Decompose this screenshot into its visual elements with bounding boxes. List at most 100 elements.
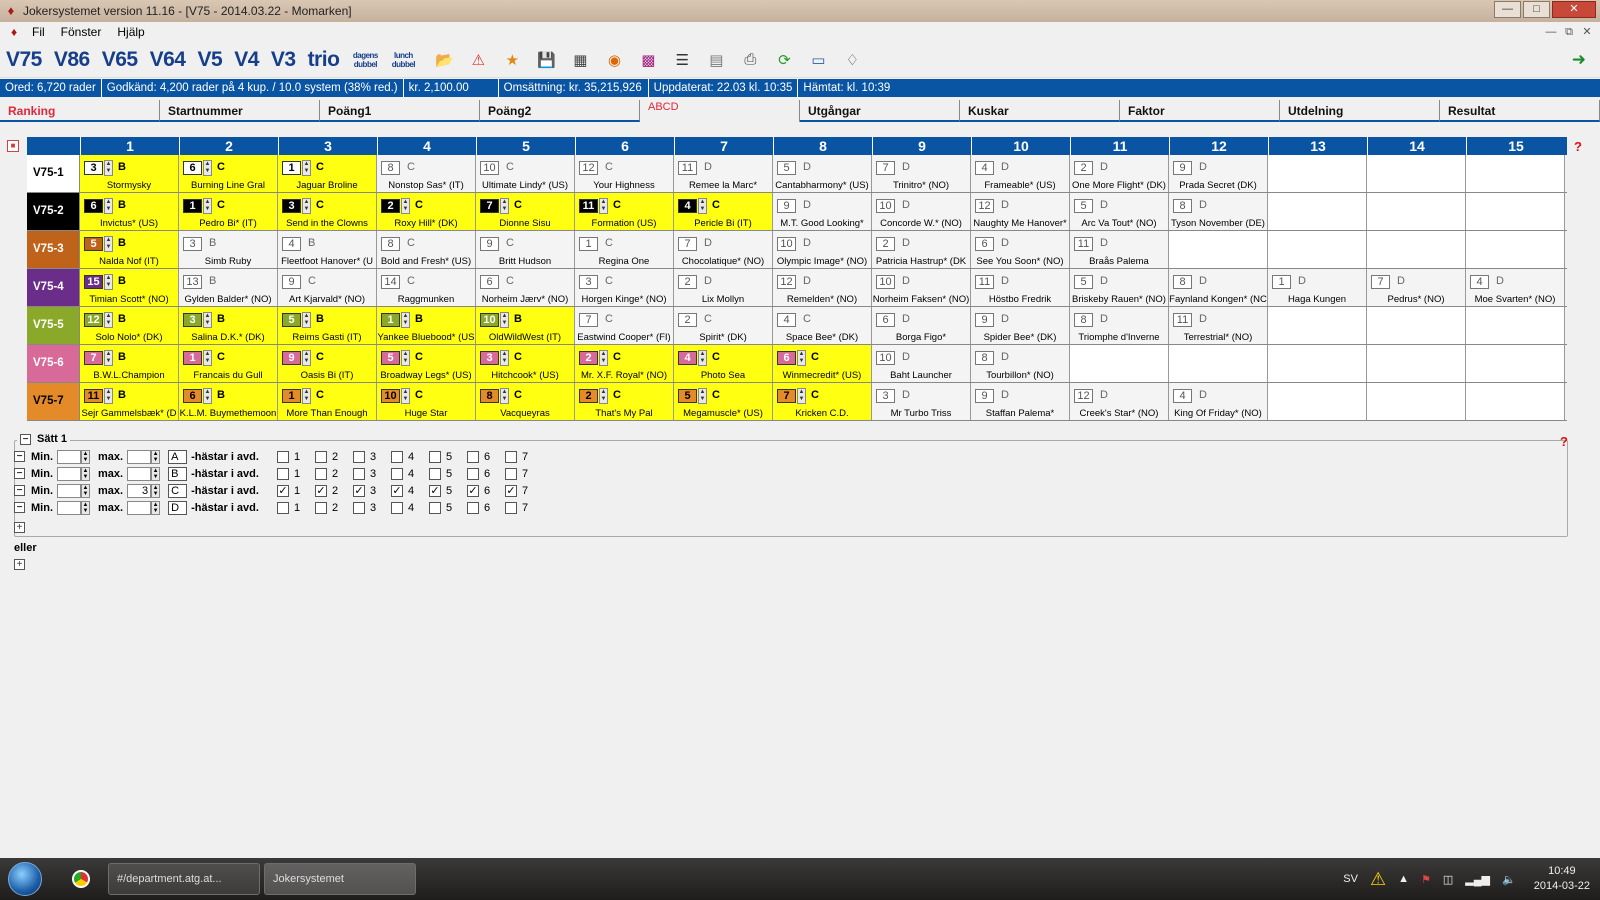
minimize-button[interactable]: — <box>1494 1 1521 18</box>
max-spinner[interactable]: ▲ ▼ <box>151 500 161 515</box>
start-number[interactable]: 2 <box>876 237 895 251</box>
race-label[interactable]: V75-2 <box>27 193 80 230</box>
horse-cell[interactable]: 3 B Simb Ruby <box>179 231 278 268</box>
max-spinner[interactable]: ▲ ▼ <box>151 483 161 498</box>
start-number[interactable]: 4 <box>1173 389 1192 403</box>
add-set-icon[interactable]: + <box>14 559 25 570</box>
horse-cell[interactable]: 11 ▲ ▼ B Sejr Gammelsbæk* (D <box>80 383 179 420</box>
start-number[interactable]: 4 <box>282 237 301 251</box>
horse-cell[interactable]: 8 D Tyson November (DE) <box>1169 193 1268 230</box>
start-number[interactable]: 5 <box>1074 199 1093 213</box>
group-spinner[interactable]: ▲ ▼ <box>500 388 509 404</box>
horse-cell[interactable]: 9 C Britt Hudson <box>476 231 575 268</box>
start-number[interactable]: 1 <box>282 389 301 403</box>
horse-cell[interactable]: 5 ▲ ▼ B Nalda Nof (IT) <box>80 231 179 268</box>
group-spinner[interactable]: ▲ ▼ <box>302 160 311 176</box>
horse-cell[interactable]: 7 D Pedrus* (NO) <box>1367 269 1466 306</box>
horse-cell[interactable]: 8 ▲ ▼ C Vacqueyras <box>476 383 575 420</box>
tab-ranking[interactable]: Ranking <box>0 100 160 122</box>
tab-abcd[interactable]: ABCD <box>640 100 800 122</box>
tag-icon[interactable]: ♢ <box>841 49 863 71</box>
game-v5-button[interactable]: V5 <box>198 48 223 72</box>
horse-cell[interactable]: 5 D Cantabharmony* (US) <box>773 155 872 192</box>
min-spinner[interactable]: ▲ ▼ <box>81 466 90 481</box>
start-number[interactable]: 11 <box>1074 237 1093 251</box>
horse-cell[interactable]: 4 B Fleetfoot Hanover* (U <box>278 231 377 268</box>
race-checkbox[interactable] <box>466 467 479 480</box>
horse-cell[interactable]: 2 C Spirit* (DK) <box>674 307 773 344</box>
horse-cell[interactable]: 6 ▲ ▼ B Invictus* (US) <box>80 193 179 230</box>
start-number[interactable]: 10 <box>777 237 796 251</box>
group-spinner[interactable]: ▲ ▼ <box>401 198 410 214</box>
tab-po-ng1[interactable]: Poäng1 <box>320 100 480 122</box>
race-label[interactable]: V75-3 <box>27 231 80 268</box>
mdi-close-button[interactable]: ✕ <box>1578 24 1596 40</box>
horse-cell[interactable]: 11 D Braås Palema <box>1070 231 1169 268</box>
maximize-button[interactable]: □ <box>1523 1 1550 18</box>
start-number[interactable]: 7 <box>876 161 895 175</box>
group-spinner[interactable]: ▲ ▼ <box>500 350 509 366</box>
horse-cell[interactable]: 6 D Borga Figo* <box>872 307 971 344</box>
max-input[interactable] <box>127 449 152 464</box>
folder-open-icon[interactable]: 📂 <box>433 49 455 71</box>
start-number[interactable]: 6 <box>183 389 202 403</box>
race-label[interactable]: V75-4 <box>27 269 80 306</box>
horse-cell[interactable]: 11 D Terrestrial* (NO) <box>1169 307 1268 344</box>
group-spinner[interactable]: ▲ ▼ <box>302 312 311 328</box>
language-indicator[interactable]: SV <box>1343 873 1358 885</box>
horse-cell[interactable]: 9 D Prada Secret (DK) <box>1169 155 1268 192</box>
race-checkbox[interactable] <box>352 467 365 480</box>
group-spinner[interactable]: ▲ ▼ <box>302 198 311 214</box>
start-number[interactable]: 2 <box>678 313 697 327</box>
dagens-dubbel-button[interactable]: dagens dubbel <box>351 51 379 69</box>
group-spinner[interactable]: ▲ ▼ <box>698 350 707 366</box>
start-number[interactable]: 15 <box>84 275 103 289</box>
horse-cell[interactable]: 10 D Baht Launcher <box>872 345 971 382</box>
race-checkbox[interactable]: ✓ <box>314 484 327 497</box>
start-number[interactable]: 8 <box>480 389 499 403</box>
start-number[interactable]: 5 <box>282 313 301 327</box>
min-spinner[interactable]: ▲ ▼ <box>81 500 90 515</box>
start-number[interactable]: 8 <box>381 237 400 251</box>
group-spinner[interactable]: ▲ ▼ <box>599 350 608 366</box>
start-number[interactable]: 8 <box>975 351 994 365</box>
start-number[interactable]: 10 <box>876 275 895 289</box>
game-v3-button[interactable]: V3 <box>271 48 296 72</box>
horse-cell[interactable]: 6 ▲ ▼ C Winmecredit* (US) <box>773 345 872 382</box>
tab-resultat[interactable]: Resultat <box>1440 100 1600 122</box>
horse-cell[interactable]: 1 ▲ ▼ C Pedro Bi* (IT) <box>179 193 278 230</box>
start-number[interactable]: 3 <box>480 351 499 365</box>
start-number[interactable]: 2 <box>1074 161 1093 175</box>
horse-cell[interactable]: 9 C Art Kjarvald* (NO) <box>278 269 377 306</box>
remove-condition-icon[interactable]: − <box>14 451 25 462</box>
race-checkbox[interactable] <box>314 467 327 480</box>
start-number[interactable]: 8 <box>1173 275 1192 289</box>
race-checkbox[interactable] <box>314 501 327 514</box>
start-number[interactable]: 14 <box>381 275 400 289</box>
horse-cell[interactable]: 4 D King Of Friday* (NO) <box>1169 383 1268 420</box>
grid-icon[interactable]: ▩ <box>637 49 659 71</box>
start-number[interactable]: 7 <box>1371 275 1390 289</box>
add-condition-icon[interactable]: + <box>14 522 25 533</box>
tab-startnummer[interactable]: Startnummer <box>160 100 320 122</box>
horse-cell[interactable]: 8 C Bold and Fresh* (US) <box>377 231 476 268</box>
group-spinner[interactable]: ▲ ▼ <box>203 312 212 328</box>
horse-cell[interactable]: 3 ▲ ▼ C Hitchcook* (US) <box>476 345 575 382</box>
horse-cell[interactable]: 7 ▲ ▼ C Kricken C.D. <box>773 383 872 420</box>
race-checkbox[interactable] <box>428 501 441 514</box>
menu-fonster[interactable]: Fönster <box>53 25 110 39</box>
start-number[interactable]: 4 <box>678 351 697 365</box>
horse-cell[interactable]: 4 D Moe Svarten* (NO) <box>1466 269 1565 306</box>
race-checkbox[interactable]: ✓ <box>390 484 403 497</box>
game-v64-button[interactable]: V64 <box>150 48 186 72</box>
group-spinner[interactable]: ▲ ▼ <box>104 388 113 404</box>
start-number[interactable]: 2 <box>579 351 598 365</box>
horse-cell[interactable]: 6 D See You Soon* (NO) <box>971 231 1070 268</box>
action-center-icon[interactable]: ⚠ <box>1370 869 1386 890</box>
start-number[interactable]: 10 <box>876 351 895 365</box>
start-number[interactable]: 10 <box>381 389 400 403</box>
race-label[interactable]: V75-6 <box>27 345 80 382</box>
group-spinner[interactable]: ▲ ▼ <box>500 198 509 214</box>
start-number[interactable]: 1 <box>183 351 202 365</box>
start-number[interactable]: 7 <box>579 313 598 327</box>
